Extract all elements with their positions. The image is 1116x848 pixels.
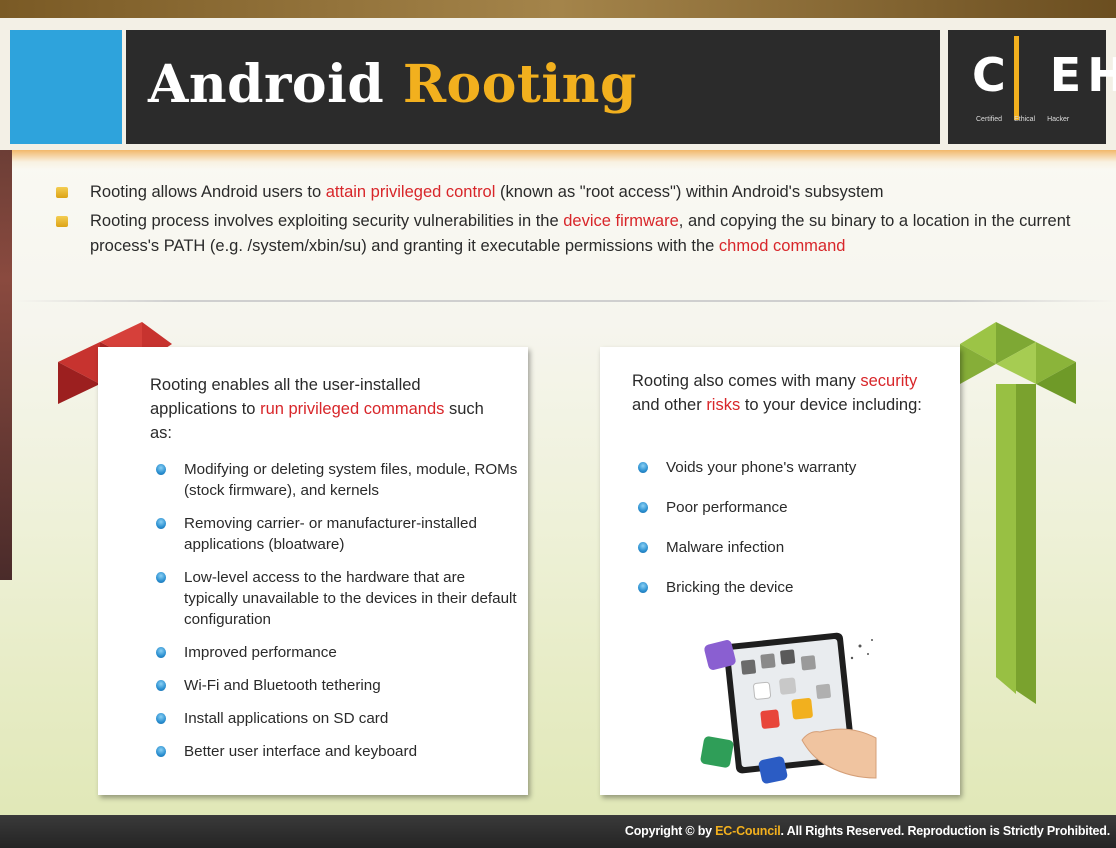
list-item: Improved performance	[150, 642, 520, 663]
blue-dot-bullet-icon	[638, 582, 648, 593]
yellow-square-bullet-icon	[56, 187, 68, 198]
header-shadow	[0, 150, 1116, 170]
blue-dot-bullet-icon	[638, 502, 648, 513]
left-card-intro: Rooting enables all the user-installed a…	[150, 376, 484, 442]
highlight-text: risks	[706, 396, 741, 414]
right-card-intro: Rooting also comes with many security an…	[632, 372, 922, 414]
blue-dot-bullet-icon	[638, 462, 648, 473]
blue-dot-bullet-icon	[638, 542, 648, 553]
list-item: Wi-Fi and Bluetooth tethering	[150, 675, 520, 696]
ceh-logo: CEH Certified Ethical Hacker	[948, 30, 1116, 144]
footer-bar: Copyright © by EC-Council. All Rights Re…	[0, 815, 1116, 848]
list-item: Install applications on SD card	[150, 708, 520, 729]
highlight-text: attain privileged control	[325, 183, 496, 201]
list-item: Better user interface and keyboard	[150, 741, 520, 762]
blue-dot-bullet-icon	[156, 746, 166, 757]
copyright-text: Copyright © by EC-Council. All Rights Re…	[624, 824, 1110, 838]
list-item: Low-level access to the hardware that ar…	[150, 567, 520, 630]
intro-section: Rooting allows Android users to attain p…	[50, 180, 1100, 263]
list-item: Poor performance	[632, 497, 942, 518]
blue-dot-bullet-icon	[156, 518, 166, 529]
tablet-apps-touch-illustration	[700, 632, 877, 784]
right-risks-list: Voids your phone's warranty Poor perform…	[632, 457, 942, 617]
list-item: Modifying or deleting system files, modu…	[150, 459, 520, 501]
list-item: Bricking the device	[632, 577, 942, 598]
section-divider	[14, 300, 1116, 302]
blue-dot-bullet-icon	[156, 680, 166, 691]
ec-council-brand: EC-Council	[715, 824, 781, 838]
header-blue-block	[10, 30, 122, 144]
page-title-accent: Rooting	[402, 54, 637, 115]
highlight-text: run privileged commands	[260, 400, 445, 418]
logo-tagline: Certified Ethical Hacker	[976, 116, 1070, 123]
blue-dot-bullet-icon	[156, 647, 166, 658]
yellow-square-bullet-icon	[56, 216, 68, 227]
left-benefits-card: Rooting enables all the user-installed a…	[98, 347, 528, 795]
logo-letters: CEH	[972, 48, 1116, 102]
green-ribbon-decor	[960, 322, 1076, 704]
page-title: Android Rooting	[148, 54, 637, 115]
highlight-text: chmod command	[718, 237, 846, 255]
intro-bullet-1: Rooting allows Android users to attain p…	[50, 180, 1100, 205]
left-benefits-list: Modifying or deleting system files, modu…	[150, 459, 520, 774]
left-edge-decor	[0, 150, 12, 580]
blue-dot-bullet-icon	[156, 572, 166, 583]
list-item: Removing carrier- or manufacturer-instal…	[150, 513, 520, 555]
highlight-text: device firmware	[563, 212, 679, 230]
list-item: Malware infection	[632, 537, 942, 558]
list-item: Voids your phone's warranty	[632, 457, 942, 478]
blue-dot-bullet-icon	[156, 464, 166, 475]
intro-bullet-2: Rooting process involves exploiting secu…	[50, 209, 1100, 259]
blue-dot-bullet-icon	[156, 713, 166, 724]
highlight-text: security	[860, 372, 918, 390]
